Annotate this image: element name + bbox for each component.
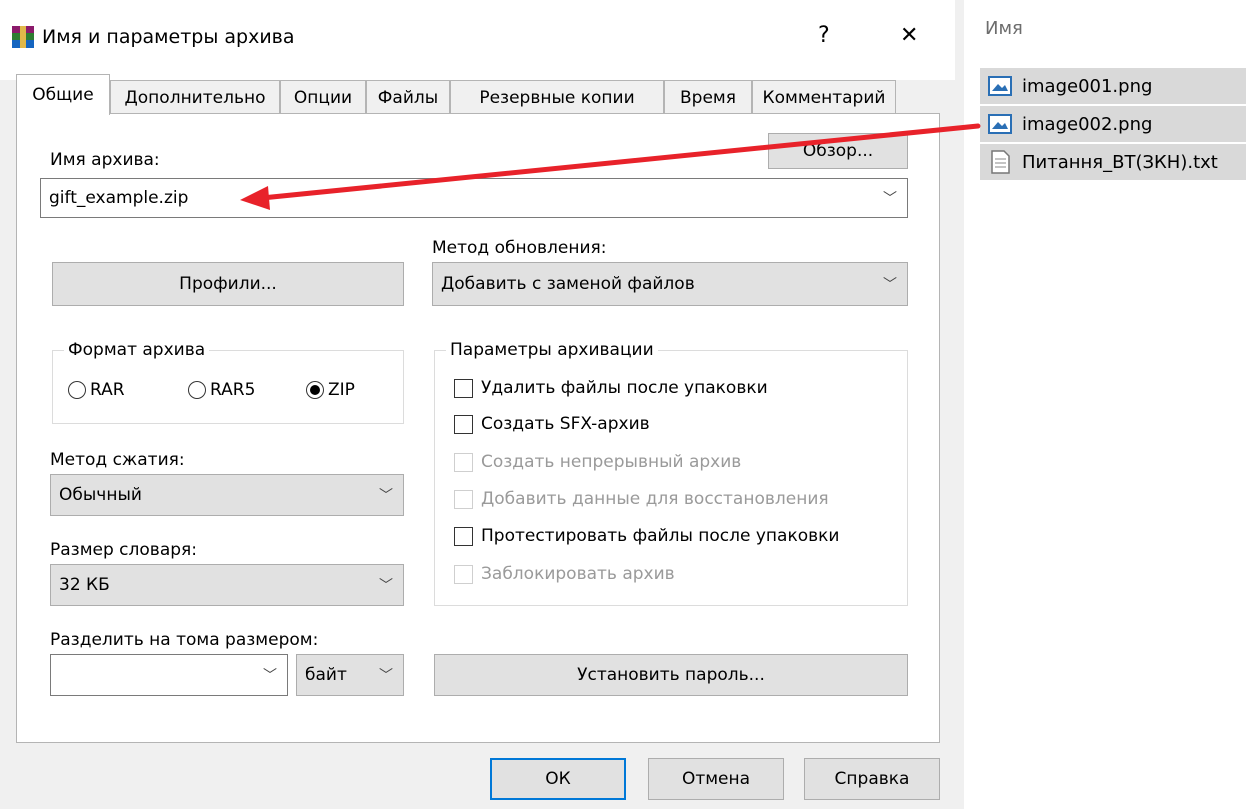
tab-backup[interactable]: Резервные копии: [450, 80, 664, 114]
archive-name-value: gift_example.zip: [49, 188, 189, 208]
archiving-params-legend: Параметры архивации: [446, 340, 658, 360]
checkbox[interactable]: [454, 526, 473, 546]
tab-general[interactable]: Общие: [16, 74, 110, 115]
update-method-value: Добавить с заменой файлов: [441, 274, 695, 294]
text-file-icon: [991, 150, 1010, 174]
update-method-label: Метод обновления:: [432, 238, 607, 258]
tab-options[interactable]: Опции: [280, 80, 366, 114]
radio-button[interactable]: [68, 381, 86, 399]
tab-comment[interactable]: Комментарий: [752, 80, 896, 114]
radio-rar5[interactable]: RAR5: [188, 380, 255, 400]
dictionary-size-label: Размер словаря:: [50, 540, 197, 560]
update-method-select[interactable]: Добавить с заменой файлов ﹀: [432, 262, 908, 306]
radio-button[interactable]: [306, 381, 324, 399]
profiles-button[interactable]: Профили...: [52, 262, 404, 306]
column-header-name[interactable]: Имя: [985, 18, 1023, 39]
dialog-title: Имя и параметры архива: [42, 26, 295, 48]
archive-name-label: Имя архива:: [50, 150, 160, 170]
checkbox-lock-archive: Заблокировать архив: [454, 564, 675, 584]
winrar-icon: [12, 26, 34, 48]
checkbox-recovery-record: Добавить данные для восстановления: [454, 489, 829, 509]
close-icon[interactable]: ✕: [900, 23, 918, 48]
file-item[interactable]: image001.png: [980, 68, 1246, 104]
checkbox: [454, 452, 473, 472]
radio-zip[interactable]: ZIP: [306, 380, 355, 400]
checkbox[interactable]: [454, 378, 473, 398]
set-password-button[interactable]: Установить пароль...: [434, 654, 908, 696]
chevron-down-icon[interactable]: ﹀: [379, 485, 393, 505]
tab-time[interactable]: Время: [664, 80, 752, 114]
chevron-down-icon[interactable]: ﹀: [263, 665, 277, 685]
chevron-down-icon[interactable]: ﹀: [379, 665, 393, 685]
image-file-icon: [988, 76, 1012, 96]
tab-files[interactable]: Файлы: [366, 80, 450, 114]
split-volumes-label: Разделить на тома размером:: [50, 630, 319, 650]
chevron-down-icon[interactable]: ﹀: [883, 274, 897, 294]
tab-advanced[interactable]: Дополнительно: [110, 80, 280, 114]
split-volumes-input[interactable]: ﹀: [50, 654, 288, 696]
checkbox: [454, 489, 473, 509]
radio-rar[interactable]: RAR: [68, 380, 125, 400]
browse-button[interactable]: Обзор...: [768, 133, 908, 169]
chevron-down-icon[interactable]: ﹀: [379, 575, 393, 595]
radio-button[interactable]: [188, 381, 206, 399]
checkbox-test-after[interactable]: Протестировать файлы после упаковки: [454, 526, 839, 546]
cancel-button[interactable]: Отмена: [648, 758, 784, 800]
chevron-down-icon[interactable]: ﹀: [883, 188, 897, 208]
compression-method-select[interactable]: Обычный ﹀: [50, 474, 404, 516]
compression-method-label: Метод сжатия:: [50, 450, 185, 470]
checkbox[interactable]: [454, 414, 473, 434]
archive-format-legend: Формат архива: [64, 340, 210, 360]
checkbox-create-sfx[interactable]: Создать SFX-архив: [454, 414, 650, 434]
image-file-icon: [988, 114, 1012, 134]
help-titlebar-button[interactable]: ?: [818, 23, 830, 48]
file-item[interactable]: Питання_ВТ(ЗКН).txt: [980, 144, 1246, 180]
dictionary-size-select[interactable]: 32 КБ ﹀: [50, 564, 404, 606]
file-item[interactable]: image002.png: [980, 106, 1246, 142]
checkbox-solid-archive: Создать непрерывный архив: [454, 452, 741, 472]
split-unit-select[interactable]: байт ﹀: [296, 654, 404, 696]
checkbox-delete-after[interactable]: Удалить файлы после упаковки: [454, 378, 768, 398]
ok-button[interactable]: ОК: [490, 758, 626, 800]
archive-name-combo[interactable]: gift_example.zip ﹀: [40, 178, 908, 218]
help-button[interactable]: Справка: [804, 758, 940, 800]
checkbox: [454, 564, 473, 584]
